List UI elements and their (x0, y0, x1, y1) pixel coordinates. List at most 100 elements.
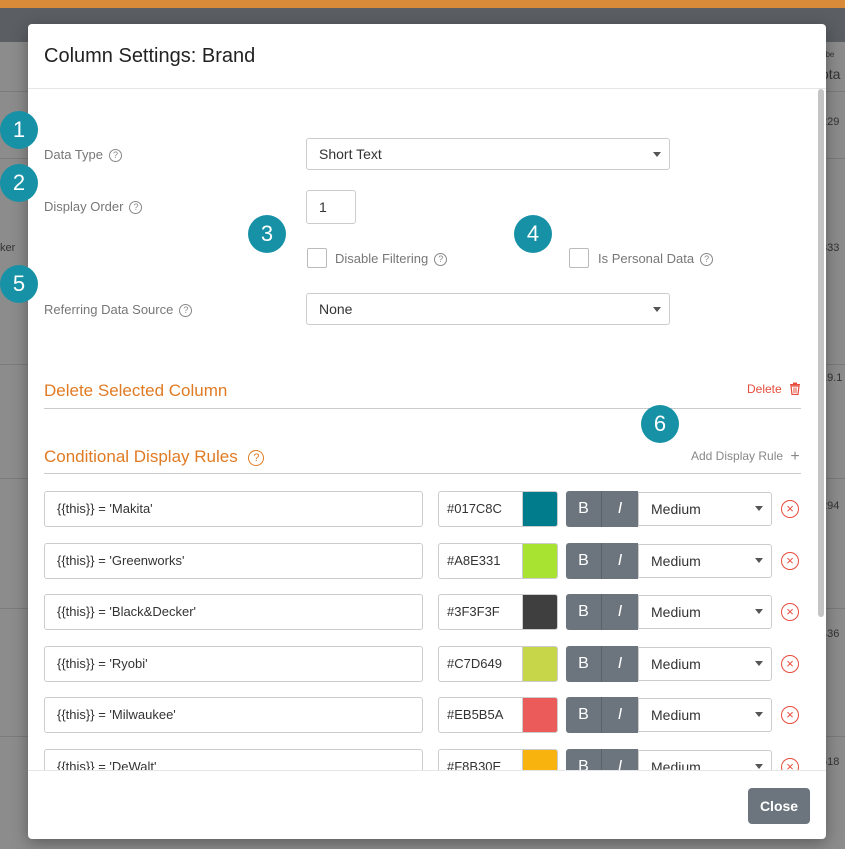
data-type-label: Data Type? (44, 147, 123, 162)
chevron-down-icon (755, 506, 763, 511)
bold-button[interactable]: B (566, 491, 602, 527)
rule-color-input[interactable]: #A8E331 (438, 543, 523, 579)
help-icon[interactable]: ? (700, 253, 714, 266)
rule-color-swatch[interactable] (522, 491, 558, 527)
remove-rule-icon[interactable]: × (781, 603, 799, 621)
rule-expression-input[interactable]: {{this}} = 'Black&Decker' (44, 594, 423, 630)
display-order-input[interactable]: 1 (306, 190, 356, 224)
step-badge-6: 6 (641, 405, 679, 443)
rule-row: {{this}} = 'Ryobi' #C7D649 B I Medium × (28, 646, 826, 682)
remove-rule-icon[interactable]: × (781, 552, 799, 570)
rule-size-value: Medium (651, 604, 701, 620)
rule-row: {{this}} = 'DeWalt' #F8B30E B I Medium × (28, 749, 826, 770)
rule-color-input[interactable]: #EB5B5A (438, 697, 523, 733)
data-type-label-text: Data Type (44, 147, 104, 162)
delete-column-link[interactable]: Delete (747, 382, 801, 396)
is-personal-data-label: Is Personal Data? (598, 251, 714, 266)
rule-color-swatch[interactable] (522, 543, 558, 579)
italic-button[interactable]: I (602, 543, 638, 579)
chevron-down-icon (755, 558, 763, 563)
rule-color-input[interactable]: #3F3F3F (438, 594, 523, 630)
modal-scrollbar[interactable] (818, 89, 824, 617)
step-badge-3: 3 (248, 215, 286, 253)
modal-footer: Close (28, 770, 826, 839)
italic-button[interactable]: I (602, 594, 638, 630)
step-badge-1: 1 (0, 111, 38, 149)
bold-button[interactable]: B (566, 543, 602, 579)
rule-expression-input[interactable]: {{this}} = 'DeWalt' (44, 749, 423, 770)
rule-style-buttons: BI (566, 697, 638, 733)
rule-color-input[interactable]: #F8B30E (438, 749, 523, 770)
chevron-down-icon (755, 609, 763, 614)
referring-data-source-label-text: Referring Data Source (44, 302, 174, 317)
referring-data-source-select[interactable]: None (306, 293, 670, 325)
column-settings-modal: Column Settings: Brand Data Type? Short … (28, 24, 826, 839)
delete-link-text: Delete (747, 382, 782, 396)
italic-button[interactable]: I (602, 491, 638, 527)
rule-style-buttons: BI (566, 594, 638, 630)
rule-size-select[interactable]: Medium (638, 698, 772, 732)
help-icon[interactable]: ? (109, 149, 123, 162)
step-badge-2: 2 (0, 164, 38, 202)
rule-color-swatch[interactable] (522, 646, 558, 682)
is-personal-data-checkbox[interactable] (569, 248, 589, 268)
data-type-select[interactable]: Short Text (306, 138, 670, 170)
rule-row: {{this}} = 'Milwaukee' #EB5B5A B I Medium × (28, 697, 826, 733)
rule-row: {{this}} = 'Greenworks' #A8E331 B I Medium × (28, 543, 826, 579)
rule-style-buttons: BI (566, 543, 638, 579)
chevron-down-icon (653, 152, 661, 157)
remove-rule-icon[interactable]: × (781, 500, 799, 518)
help-icon[interactable]: ? (179, 304, 193, 317)
rule-size-select[interactable]: Medium (638, 647, 772, 681)
rule-size-select[interactable]: Medium (638, 595, 772, 629)
rule-color-swatch[interactable] (522, 749, 558, 770)
chevron-down-icon (755, 661, 763, 666)
rules-section-title-text: Conditional Display Rules (44, 447, 238, 466)
rule-color-swatch[interactable] (522, 697, 558, 733)
rule-expression-input[interactable]: {{this}} = 'Ryobi' (44, 646, 423, 682)
help-icon[interactable]: ? (129, 201, 143, 214)
app-top-accent-bar (0, 0, 845, 8)
chevron-down-icon (653, 307, 661, 312)
remove-rule-icon[interactable]: × (781, 758, 799, 770)
rule-size-select[interactable]: Medium (638, 544, 772, 578)
section-divider (44, 473, 801, 474)
rule-size-select[interactable]: Medium (638, 750, 772, 770)
rule-style-buttons: BI (566, 646, 638, 682)
rule-expression-input[interactable]: {{this}} = 'Greenworks' (44, 543, 423, 579)
bold-button[interactable]: B (566, 594, 602, 630)
bold-button[interactable]: B (566, 646, 602, 682)
rule-expression-input[interactable]: {{this}} = 'Makita' (44, 491, 423, 527)
remove-rule-icon[interactable]: × (781, 655, 799, 673)
plus-icon: + (790, 448, 800, 465)
add-display-rule-link[interactable]: Add Display Rule + (691, 448, 800, 466)
rule-style-buttons: BI (566, 749, 638, 770)
referring-data-source-label: Referring Data Source? (44, 302, 193, 317)
italic-button[interactable]: I (602, 749, 638, 770)
italic-button[interactable]: I (602, 697, 638, 733)
delete-section-title: Delete Selected Column (44, 381, 228, 400)
display-order-label: Display Order? (44, 199, 143, 214)
close-button[interactable]: Close (748, 788, 810, 824)
remove-rule-icon[interactable]: × (781, 706, 799, 724)
section-divider (44, 408, 801, 409)
bold-button[interactable]: B (566, 697, 602, 733)
rule-color-swatch[interactable] (522, 594, 558, 630)
rule-size-select[interactable]: Medium (638, 492, 772, 526)
rules-section-title: Conditional Display Rules ? (44, 447, 265, 467)
bold-button[interactable]: B (566, 749, 602, 770)
help-icon[interactable]: ? (248, 450, 265, 466)
disable-filtering-label: Disable Filtering? (335, 251, 448, 266)
help-icon[interactable]: ? (434, 253, 448, 266)
step-badge-4: 4 (514, 215, 552, 253)
rule-row: {{this}} = 'Makita' #017C8C B I Medium × (28, 491, 826, 527)
rule-expression-input[interactable]: {{this}} = 'Milwaukee' (44, 697, 423, 733)
referring-data-source-value: None (319, 301, 353, 317)
disable-filtering-checkbox[interactable] (307, 248, 327, 268)
italic-button[interactable]: I (602, 646, 638, 682)
step-badge-5: 5 (0, 265, 38, 303)
modal-body: Data Type? Short Text Display Order? 1 D… (28, 89, 826, 770)
rule-color-input[interactable]: #C7D649 (438, 646, 523, 682)
add-display-rule-text: Add Display Rule (691, 449, 784, 463)
rule-color-input[interactable]: #017C8C (438, 491, 523, 527)
